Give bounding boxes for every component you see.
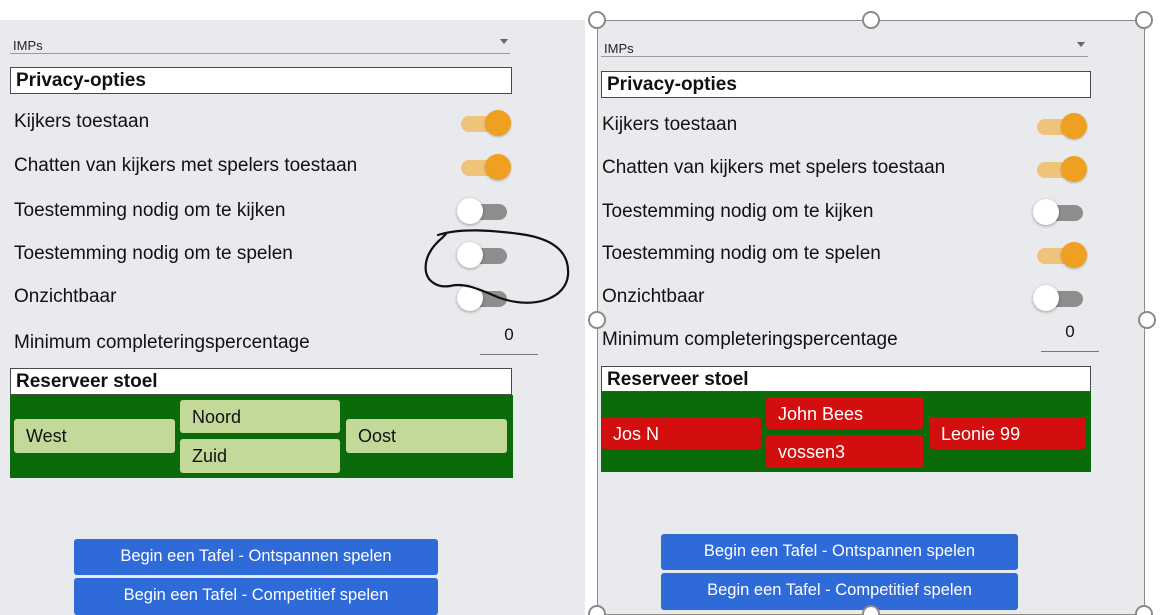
seat-west[interactable]: Jos N <box>601 417 761 449</box>
min-completion-value: 0 <box>504 325 514 344</box>
resize-handle-middle-right[interactable] <box>1138 311 1156 329</box>
seat-east[interactable]: Leonie 99 <box>929 417 1086 449</box>
toggle-permission-play[interactable] <box>1033 240 1089 268</box>
toggle-allow-spectators[interactable] <box>457 108 513 136</box>
resize-handle-top-right[interactable] <box>1135 11 1153 29</box>
option-label-spectator-chat: Chatten van kijkers met spelers toestaan <box>602 157 946 178</box>
dropdown-arrow-icon <box>1077 42 1085 47</box>
hand-drawn-circle-annotation <box>424 229 570 304</box>
toggle-allow-spectators[interactable] <box>1033 111 1089 139</box>
privacy-options-header: Privacy-opties <box>601 71 1091 98</box>
option-label-permission-watch: Toestemming nodig om te kijken <box>14 200 286 221</box>
option-label-invisible: Onzichtbaar <box>14 286 117 307</box>
seat-area: Jos N John Bees vossen3 Leonie 99 <box>601 392 1091 472</box>
option-label-permission-play: Toestemming nodig om te spelen <box>602 243 881 264</box>
seat-east[interactable]: Oost <box>346 419 507 453</box>
settings-panel-right: IMPs Privacy-opties Kijkers toestaan Cha… <box>597 20 1145 615</box>
min-completion-label: Minimum completeringspercentage <box>602 329 898 350</box>
game-type-dropdown[interactable]: IMPs <box>601 23 1088 57</box>
game-type-value: IMPs <box>604 41 634 56</box>
resize-handle-top-left[interactable] <box>588 11 606 29</box>
start-relaxed-table-button[interactable]: Begin een Tafel - Ontspannen spelen <box>661 534 1018 570</box>
min-completion-label: Minimum completeringspercentage <box>14 332 310 353</box>
seat-south[interactable]: vossen3 <box>766 435 923 468</box>
seat-south[interactable]: Zuid <box>180 439 340 473</box>
option-label-spectator-chat: Chatten van kijkers met spelers toestaan <box>14 155 358 176</box>
option-label-invisible: Onzichtbaar <box>602 286 705 307</box>
option-label-permission-watch: Toestemming nodig om te kijken <box>602 201 874 222</box>
toggle-spectator-chat[interactable] <box>1033 154 1089 182</box>
min-completion-input[interactable]: 0 <box>1041 322 1099 352</box>
resize-handle-bottom-right[interactable] <box>1135 605 1153 615</box>
start-competitive-table-button[interactable]: Begin een Tafel - Competitief spelen <box>74 578 438 615</box>
dropdown-arrow-icon <box>500 39 508 44</box>
resize-handle-middle-left[interactable] <box>588 311 606 329</box>
toggle-spectator-chat[interactable] <box>457 152 513 180</box>
option-label-allow-spectators: Kijkers toestaan <box>602 114 738 135</box>
seat-north[interactable]: John Bees <box>766 397 923 429</box>
reserve-seat-header: Reserveer stoel <box>10 368 512 395</box>
privacy-options-header: Privacy-opties <box>10 67 512 94</box>
settings-panel-left: IMPs Privacy-opties Kijkers toestaan Cha… <box>0 20 585 615</box>
option-label-allow-spectators: Kijkers toestaan <box>14 111 150 132</box>
seat-west[interactable]: West <box>14 419 175 453</box>
toggle-permission-watch[interactable] <box>1033 197 1089 225</box>
start-relaxed-table-button[interactable]: Begin een Tafel - Ontspannen spelen <box>74 539 438 575</box>
toggle-invisible[interactable] <box>1033 283 1089 311</box>
option-label-permission-play: Toestemming nodig om te spelen <box>14 243 293 264</box>
seat-north[interactable]: Noord <box>180 400 340 433</box>
resize-handle-top-center[interactable] <box>862 11 880 29</box>
reserve-seat-header: Reserveer stoel <box>601 366 1091 392</box>
min-completion-input[interactable]: 0 <box>480 325 538 355</box>
seat-area: West Noord Zuid Oost <box>10 395 513 478</box>
min-completion-value: 0 <box>1065 322 1075 341</box>
start-competitive-table-button[interactable]: Begin een Tafel - Competitief spelen <box>661 573 1018 610</box>
game-type-value: IMPs <box>13 38 43 53</box>
game-type-dropdown[interactable]: IMPs <box>10 20 510 54</box>
